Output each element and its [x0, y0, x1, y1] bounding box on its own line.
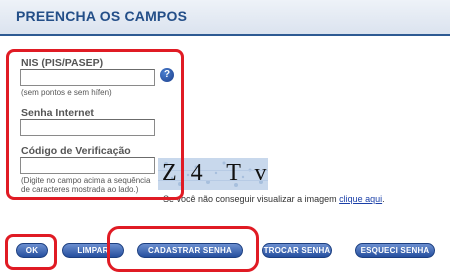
captcha-note: Se você não conseguir visualizar a image… [163, 194, 385, 204]
trocar-senha-button[interactable]: TROCAR SENHA [262, 243, 332, 258]
esqueci-senha-button[interactable]: ESQUECI SENHA [355, 243, 435, 258]
nis-input[interactable] [20, 69, 155, 86]
captcha-note-text: Se você não conseguir visualizar a image… [163, 194, 340, 204]
captcha-text: Z 4 T v [162, 160, 268, 186]
captcha-note-suffix: . [382, 194, 385, 204]
limpar-button[interactable]: LIMPAR [62, 243, 124, 258]
senha-input[interactable] [20, 119, 155, 136]
captcha-image: Z 4 T v [158, 158, 268, 190]
cadastrar-senha-button[interactable]: CADASTRAR SENHA [137, 243, 243, 258]
ok-button[interactable]: OK [16, 243, 48, 258]
captcha-refresh-link[interactable]: clique aqui [339, 194, 382, 204]
codigo-input[interactable] [20, 157, 155, 174]
help-icon[interactable]: ? [160, 68, 174, 82]
header-bar: PREENCHA OS CAMPOS [0, 0, 450, 36]
codigo-hint-line2: de caracteres mostrada ao lado.) [21, 185, 139, 194]
nis-label: NIS (PIS/PASEP) [21, 57, 104, 69]
senha-label: Senha Internet [21, 107, 94, 119]
page-title: PREENCHA OS CAMPOS [16, 8, 188, 24]
codigo-label: Código de Verificação [21, 145, 131, 157]
nis-hint: (sem pontos e sem hífen) [21, 88, 112, 97]
